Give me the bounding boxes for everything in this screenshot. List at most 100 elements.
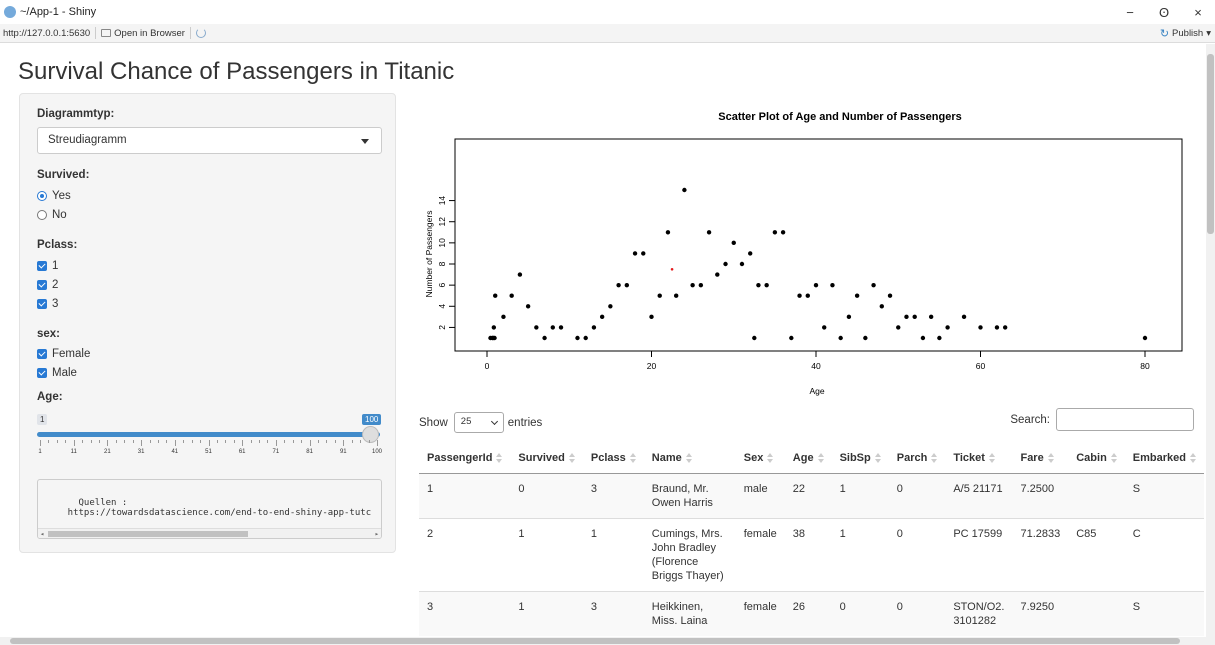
column-header[interactable]: Name bbox=[643, 443, 736, 474]
slider-tick-label: 51 bbox=[205, 449, 212, 455]
data-point bbox=[534, 325, 539, 330]
sources-horizontal-scrollbar[interactable]: ◂ ▸ bbox=[38, 528, 381, 538]
table-cell: 0 bbox=[888, 473, 946, 519]
column-header[interactable]: Age bbox=[784, 443, 832, 474]
pclass-option-2[interactable]: 2 bbox=[37, 275, 58, 294]
scroll-left-icon[interactable]: ◂ bbox=[40, 530, 44, 538]
table-cell: 0 bbox=[510, 473, 583, 519]
data-point bbox=[599, 314, 605, 320]
option-label: No bbox=[52, 208, 67, 221]
age-slider-track[interactable] bbox=[37, 432, 380, 437]
scrollbar-thumb[interactable] bbox=[48, 531, 248, 537]
sort-icon[interactable] bbox=[629, 453, 636, 464]
sort-icon[interactable] bbox=[1190, 453, 1196, 464]
checkbox-checked-icon[interactable] bbox=[37, 298, 47, 309]
data-point bbox=[509, 293, 514, 298]
sort-icon[interactable] bbox=[767, 453, 774, 464]
table-row[interactable]: 1 0 3 Braund, Mr. Owen Harris male 22 1 0 A/5 21… bbox=[419, 473, 1204, 519]
column-header[interactable]: Parch bbox=[888, 443, 946, 474]
sort-icon[interactable] bbox=[874, 453, 881, 464]
column-header[interactable]: SibSp bbox=[831, 443, 889, 474]
data-point bbox=[690, 282, 695, 288]
data-point bbox=[945, 325, 950, 330]
y-tick-label: 10 bbox=[437, 238, 447, 248]
slider-tick bbox=[259, 440, 261, 443]
pclass-option-3[interactable]: 3 bbox=[37, 294, 58, 313]
checkbox-checked-icon[interactable] bbox=[37, 279, 47, 290]
checkbox-checked-icon[interactable] bbox=[37, 367, 47, 378]
radio-unchecked-icon[interactable] bbox=[37, 209, 47, 220]
slider-tick bbox=[242, 440, 244, 446]
survived-option-no[interactable]: No bbox=[37, 205, 71, 224]
search-input[interactable] bbox=[1056, 408, 1194, 431]
column-header[interactable]: Cabin bbox=[1068, 443, 1125, 474]
survived-option-yes[interactable]: Yes bbox=[37, 186, 71, 205]
sex-option-male[interactable]: Male bbox=[37, 363, 90, 382]
url-text[interactable]: http://127.0.0.1:5630 bbox=[3, 28, 90, 39]
scrollbar-thumb[interactable] bbox=[10, 638, 1180, 644]
checkbox-checked-icon[interactable] bbox=[37, 348, 47, 359]
slider-tick bbox=[318, 440, 320, 443]
data-point bbox=[591, 325, 597, 330]
slider-tick bbox=[360, 440, 362, 443]
table-cell: STON/O2. 3101282 bbox=[945, 591, 1013, 636]
x-tick-label: 80 bbox=[1140, 361, 1150, 371]
column-header[interactable]: PassengerId bbox=[419, 443, 511, 474]
table-cell bbox=[1068, 473, 1125, 519]
sort-icon[interactable] bbox=[931, 453, 938, 464]
sort-icon[interactable] bbox=[1110, 453, 1117, 464]
column-header[interactable]: Sex bbox=[735, 443, 785, 474]
sort-icon[interactable] bbox=[568, 453, 575, 464]
age-slider-ticks bbox=[40, 440, 378, 446]
data-point bbox=[517, 272, 523, 277]
sort-icon[interactable] bbox=[817, 453, 824, 464]
slider-tick bbox=[82, 440, 84, 443]
column-header[interactable]: Embarked bbox=[1124, 443, 1204, 474]
data-point bbox=[525, 304, 531, 309]
table-cell: 1 bbox=[831, 518, 889, 592]
data-point bbox=[657, 293, 662, 298]
column-header[interactable]: Ticket bbox=[945, 443, 1013, 474]
pclass-option-1[interactable]: 1 bbox=[37, 256, 58, 275]
sort-icon[interactable] bbox=[685, 453, 692, 464]
sex-option-female[interactable]: Female bbox=[37, 344, 90, 363]
open-in-browser-button[interactable]: Open in Browser bbox=[101, 28, 185, 39]
sort-icon[interactable] bbox=[1047, 453, 1054, 464]
age-slider-min-value: 1 bbox=[37, 414, 48, 425]
column-header[interactable]: Pclass bbox=[582, 443, 644, 474]
data-point bbox=[682, 187, 687, 193]
page-horizontal-scrollbar[interactable] bbox=[0, 637, 1215, 645]
sort-icon[interactable] bbox=[988, 453, 995, 464]
data-point bbox=[928, 314, 934, 320]
column-header[interactable]: Survived bbox=[510, 443, 583, 474]
data-point bbox=[649, 314, 654, 320]
page-length-select[interactable]: 25 bbox=[453, 412, 504, 433]
refresh-icon[interactable] bbox=[195, 28, 206, 38]
window-titlebar: ~/App-1 - Shiny − ʘ × bbox=[0, 0, 1215, 24]
data-point bbox=[752, 335, 757, 341]
x-tick-label: 40 bbox=[811, 361, 821, 371]
sort-icon[interactable] bbox=[496, 453, 503, 464]
close-icon[interactable]: × bbox=[1181, 5, 1215, 20]
table-row[interactable]: 3 1 3 Heikkinen, Miss. Laina female 26 0 0 STON/… bbox=[419, 591, 1204, 636]
table-row[interactable]: 2 1 1 Cumings, Mrs. John Bradley (Florence … bbox=[419, 518, 1204, 592]
scroll-right-icon[interactable]: ▸ bbox=[375, 530, 379, 538]
radio-checked-icon[interactable] bbox=[37, 190, 47, 201]
survived-radio-group: Yes No bbox=[37, 186, 71, 224]
data-point bbox=[896, 325, 901, 330]
publish-button[interactable]: ↻ Publish ▾ bbox=[1160, 27, 1211, 40]
scrollbar-thumb[interactable] bbox=[1207, 54, 1214, 234]
maximize-icon[interactable]: ʘ bbox=[1147, 5, 1181, 20]
slider-tick bbox=[334, 440, 336, 443]
diagram-type-select[interactable]: Streudiagramm bbox=[37, 127, 382, 154]
column-header[interactable]: Fare bbox=[1012, 443, 1069, 474]
table-body: 1 0 3 Braund, Mr. Owen Harris male 22 1 0 A/5 21… bbox=[419, 473, 1204, 636]
page-vertical-scrollbar[interactable] bbox=[1206, 44, 1215, 637]
slider-tick bbox=[225, 440, 227, 443]
toolbar-divider bbox=[189, 27, 191, 39]
minimize-icon[interactable]: − bbox=[1113, 5, 1147, 20]
option-label: Female bbox=[52, 347, 91, 360]
checkbox-checked-icon[interactable] bbox=[37, 260, 47, 271]
slider-tick bbox=[216, 440, 218, 443]
rstudio-logo-icon bbox=[4, 6, 16, 18]
